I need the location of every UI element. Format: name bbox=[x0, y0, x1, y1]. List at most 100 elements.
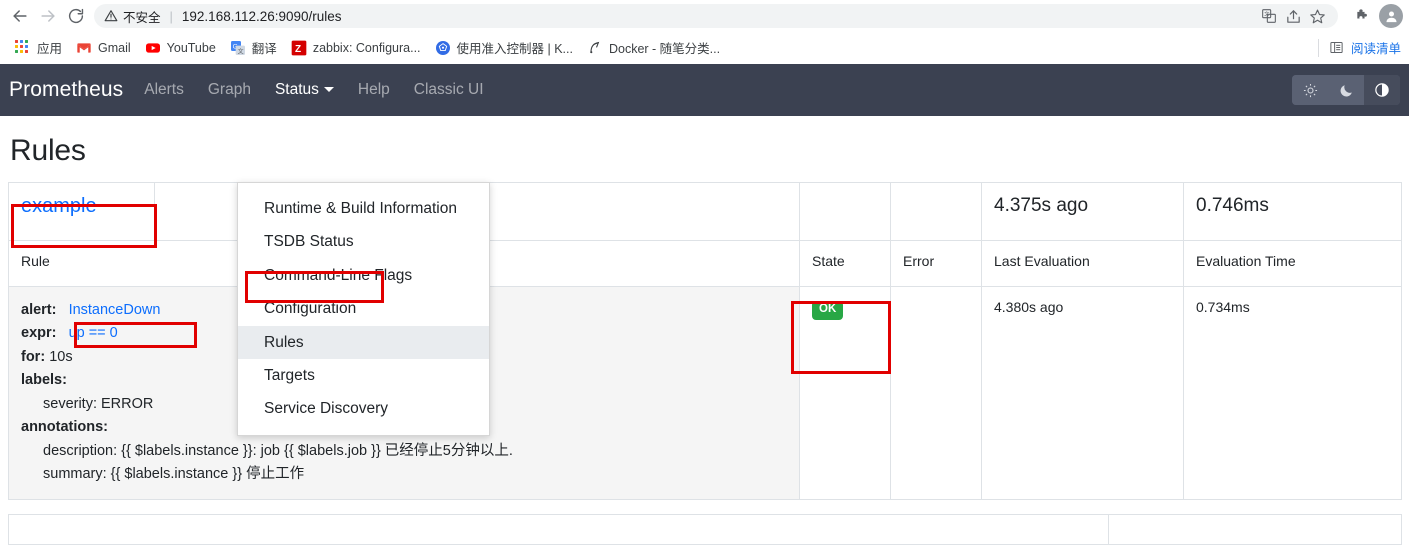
rules-table-next-group bbox=[8, 513, 1402, 545]
chevron-down-icon bbox=[323, 87, 334, 92]
column-header-last-evaluation: Last Evaluation bbox=[981, 240, 1184, 287]
reading-list-icon bbox=[1329, 40, 1345, 56]
rule-alert-value[interactable]: InstanceDown bbox=[69, 302, 161, 318]
menu-item-command-line-flags[interactable]: Command-Line Flags bbox=[238, 259, 489, 292]
bookmark-label: 使用准入控制器 | K... bbox=[456, 42, 573, 56]
bookmark-label: 翻译 bbox=[251, 42, 277, 56]
table-row: alert: InstanceDown expr: up == 0 for: 1… bbox=[8, 286, 1402, 500]
rule-group-last-evaluation: 4.375s ago bbox=[981, 182, 1184, 241]
youtube-icon bbox=[145, 40, 161, 56]
next-group-cell-1 bbox=[8, 513, 1109, 545]
half-circle-icon bbox=[1375, 83, 1389, 97]
bookmark-docker-cnblogs[interactable]: Docker - 随笔分类... bbox=[580, 35, 727, 60]
navbar-links: Alerts Graph Status Help Classic UI bbox=[132, 73, 495, 107]
page-content: Rules example 4.375s ago 0.746ms Rule St… bbox=[0, 134, 1409, 546]
bookmarks-bar: 应用 Gmail YouTube G文 翻译 Z zabbix: Configu… bbox=[0, 32, 1409, 64]
rules-table: example 4.375s ago 0.746ms Rule State Er… bbox=[8, 182, 1402, 500]
rules-table-header-row: Rule State Error Last Evaluation Evaluat… bbox=[8, 240, 1402, 287]
forward-button[interactable] bbox=[34, 2, 62, 30]
puzzle-icon[interactable] bbox=[1348, 2, 1376, 30]
rule-evaluation-time-cell: 0.734ms bbox=[1183, 286, 1402, 500]
brand-logo[interactable]: Prometheus bbox=[9, 78, 132, 102]
nav-link-status-label: Status bbox=[274, 81, 319, 98]
rule-last-evaluation-cell: 4.380s ago bbox=[981, 286, 1184, 500]
security-label: 不安全 bbox=[123, 10, 161, 25]
security-indicator[interactable]: 不安全 bbox=[104, 7, 161, 26]
menu-item-rules[interactable]: Rules bbox=[238, 325, 489, 359]
zabbix-icon: Z bbox=[291, 40, 307, 56]
reload-button[interactable] bbox=[62, 2, 90, 30]
column-header-state: State bbox=[799, 240, 891, 287]
bookmark-apps[interactable]: 应用 bbox=[8, 35, 69, 60]
bookmark-kubernetes[interactable]: 使用准入控制器 | K... bbox=[428, 35, 580, 60]
bookmark-zabbix[interactable]: Z zabbix: Configura... bbox=[284, 37, 428, 59]
reading-list-label: 阅读清单 bbox=[1350, 42, 1401, 56]
rule-expr-value[interactable]: up == 0 bbox=[69, 325, 118, 341]
page-title: Rules bbox=[10, 134, 86, 167]
bookmark-label: Gmail bbox=[98, 40, 131, 55]
bookmark-youtube[interactable]: YouTube bbox=[138, 37, 223, 59]
reading-list-button[interactable]: 阅读清单 bbox=[1329, 38, 1401, 57]
rule-group-spacer-cell-2 bbox=[799, 182, 891, 241]
menu-item-configuration[interactable]: Configuration bbox=[238, 292, 489, 325]
column-header-evaluation-time: Evaluation Time bbox=[1183, 240, 1402, 287]
rule-group-spacer-cell-3 bbox=[890, 182, 982, 241]
next-group-cell-2 bbox=[1108, 513, 1402, 545]
toolbar-right-actions bbox=[1344, 2, 1403, 30]
rule-for-value: 10s bbox=[49, 348, 73, 365]
menu-item-service-discovery[interactable]: Service Discovery bbox=[238, 392, 489, 425]
omnibox-separator: | bbox=[169, 8, 173, 24]
table-row bbox=[8, 513, 1402, 545]
rule-expr-key: expr: bbox=[21, 325, 57, 342]
address-bar[interactable]: 不安全 | 192.168.112.26:9090/rules 文 bbox=[94, 4, 1338, 28]
svg-text:文: 文 bbox=[1264, 10, 1270, 18]
nav-link-classic-ui[interactable]: Classic UI bbox=[402, 73, 496, 107]
gmail-icon bbox=[76, 40, 92, 56]
profile-avatar-icon[interactable] bbox=[1379, 4, 1403, 28]
bookmark-gmail[interactable]: Gmail bbox=[69, 37, 138, 59]
rule-state-cell: OK bbox=[799, 286, 891, 500]
nav-link-graph[interactable]: Graph bbox=[196, 73, 263, 107]
google-translate-icon: G文 bbox=[230, 40, 246, 56]
menu-item-runtime-build-information[interactable]: Runtime & Build Information bbox=[238, 192, 489, 225]
theme-dark-button[interactable] bbox=[1328, 75, 1364, 105]
nav-link-status[interactable]: Status bbox=[263, 73, 346, 107]
translate-icon[interactable]: 文 bbox=[1258, 5, 1280, 27]
nav-link-alerts[interactable]: Alerts bbox=[132, 73, 196, 107]
sun-icon bbox=[1303, 83, 1317, 97]
theme-light-button[interactable] bbox=[1292, 75, 1328, 105]
back-button[interactable] bbox=[6, 2, 34, 30]
menu-item-tsdb-status[interactable]: TSDB Status bbox=[238, 225, 489, 258]
bookmarks-bar-right: 阅读清单 bbox=[1317, 38, 1401, 57]
share-icon[interactable] bbox=[1282, 5, 1304, 27]
moon-icon bbox=[1340, 84, 1352, 97]
nav-link-help[interactable]: Help bbox=[346, 73, 402, 107]
bookmark-translate[interactable]: G文 翻译 bbox=[223, 35, 284, 60]
bookmark-label: 应用 bbox=[37, 42, 63, 56]
svg-text:Z: Z bbox=[295, 44, 301, 55]
rule-alert-key: alert: bbox=[21, 302, 57, 318]
rule-group-link[interactable]: example bbox=[21, 195, 97, 217]
rule-error-cell bbox=[890, 286, 982, 500]
cnblogs-icon bbox=[587, 40, 603, 56]
theme-auto-button[interactable] bbox=[1364, 75, 1400, 105]
theme-toggle-group bbox=[1292, 75, 1400, 105]
browser-toolbar: 不安全 | 192.168.112.26:9090/rules 文 bbox=[0, 0, 1409, 32]
column-header-error: Error bbox=[890, 240, 982, 287]
apps-grid-icon bbox=[15, 39, 31, 56]
rule-annotation-summary: summary: {{ $labels.instance }} 停止工作 bbox=[43, 466, 305, 483]
menu-item-targets[interactable]: Targets bbox=[238, 359, 489, 392]
rule-group-header-row: example 4.375s ago 0.746ms bbox=[8, 182, 1402, 241]
bookmark-label: Docker - 随笔分类... bbox=[608, 42, 721, 56]
bookmark-label: zabbix: Configura... bbox=[312, 40, 421, 55]
status-badge: OK bbox=[812, 301, 844, 320]
rule-group-name-cell: example bbox=[8, 182, 155, 241]
bookmark-label: YouTube bbox=[166, 40, 216, 55]
rule-for-key: for: bbox=[21, 348, 46, 365]
kubernetes-icon bbox=[435, 40, 451, 56]
status-dropdown-menu: Runtime & Build Information TSDB Status … bbox=[237, 182, 490, 436]
bookmark-star-icon[interactable] bbox=[1306, 5, 1328, 27]
warning-triangle-icon bbox=[104, 10, 118, 22]
rule-group-evaluation-time: 0.746ms bbox=[1183, 182, 1402, 241]
prometheus-navbar: Prometheus Alerts Graph Status Help Clas… bbox=[0, 64, 1409, 116]
